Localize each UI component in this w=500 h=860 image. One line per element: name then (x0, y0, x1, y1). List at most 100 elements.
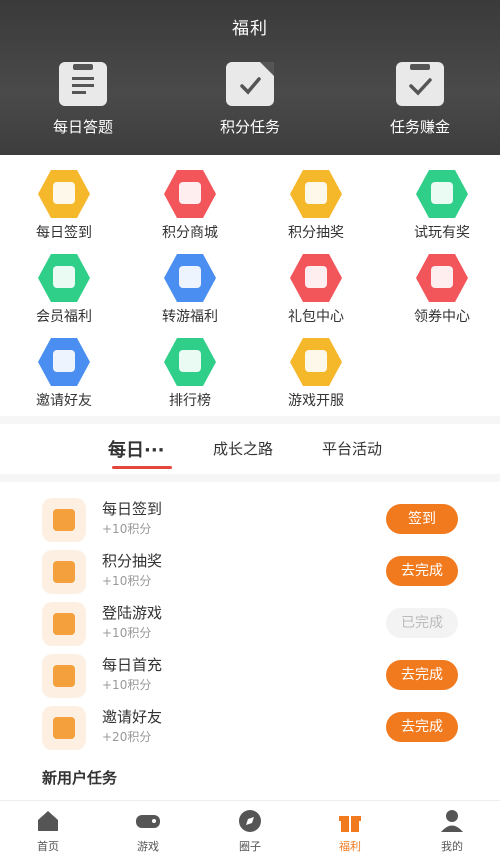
grid-item-shop[interactable]: 积分商城 (140, 170, 240, 242)
task-action-button[interactable]: 签到 (386, 504, 458, 534)
invite-envelope-icon (42, 706, 86, 750)
recharge-icon (42, 654, 86, 698)
task-title: 每日签到 (102, 500, 163, 518)
bottom-navigation: 首页 游戏 圈子 福利 我的 (0, 800, 500, 860)
grid-item-trophy[interactable]: 排行榜 (140, 338, 240, 410)
task-tabs: 每日··· 成长之路 平台活动 (0, 432, 500, 472)
section-divider (0, 474, 500, 482)
grid-item-trial-reward[interactable]: 试玩有奖 (392, 170, 492, 242)
grid-item-invite-mail[interactable]: 邀请好友 (14, 338, 114, 410)
grid-item-coin-stack[interactable]: 积分抽奖 (266, 170, 366, 242)
grid-item-label: 会员福利 (36, 309, 92, 325)
task-points: +10积分 (102, 678, 152, 692)
grid-item-calendar-check[interactable]: 每日签到 (14, 170, 114, 242)
nav-item-gamepad[interactable]: 游戏 (118, 809, 178, 854)
grid-item-label: 转游福利 (162, 309, 218, 325)
gift-icon (337, 809, 363, 833)
earn-task-icon (396, 62, 444, 106)
nav-item-gift[interactable]: 福利 (320, 809, 380, 854)
points-task-icon (226, 62, 274, 106)
icon-glyph (53, 561, 75, 583)
home-icon (35, 809, 61, 833)
task-title: 登陆游戏 (102, 604, 163, 622)
section-divider (0, 416, 500, 424)
icon-glyph (53, 509, 75, 531)
task-action-button: 已完成 (386, 608, 458, 638)
welfare-header: 福利 每日答题 积分任务 任务赚金 (0, 0, 500, 155)
page-title: 福利 (232, 19, 268, 39)
task-points: +10积分 (102, 522, 152, 536)
grid-item-label: 礼包中心 (288, 309, 344, 325)
icon-glyph (179, 266, 201, 288)
earn-task-label: 任务赚金 (389, 118, 450, 136)
grid-item-vip-badge[interactable]: 会员福利 (14, 254, 114, 326)
grid-item-label: 积分商城 (162, 225, 218, 241)
task-row: 邀请好友 +20积分 去完成 (0, 702, 500, 754)
icon-glyph (431, 266, 453, 288)
login-game-icon (42, 602, 86, 646)
grid-item-label: 积分抽奖 (288, 225, 344, 241)
trophy-icon (164, 338, 216, 386)
calendar-check-icon (38, 170, 90, 218)
new-user-task-heading: 新用户任务 (42, 769, 118, 787)
points-task-entry[interactable]: 积分任务 (195, 62, 305, 137)
icon-glyph (431, 182, 453, 204)
icon-glyph (305, 182, 327, 204)
gift-pack-icon (290, 254, 342, 302)
icon-glyph (53, 266, 75, 288)
grid-item-label: 游戏开服 (288, 393, 344, 409)
icon-glyph (179, 350, 201, 372)
icon-glyph (53, 182, 75, 204)
task-title: 邀请好友 (102, 708, 163, 726)
grid-item-label: 排行榜 (169, 393, 211, 409)
nav-item-compass[interactable]: 圈子 (220, 809, 280, 854)
tab-platform-activity[interactable]: 平台活动 (322, 438, 382, 459)
grid-item-label: 邀请好友 (36, 393, 92, 409)
grid-item-transfer-game[interactable]: 转游福利 (140, 254, 240, 326)
task-points: +10积分 (102, 574, 152, 588)
quiz-clipboard-icon (59, 62, 107, 106)
nav-label: 圈子 (239, 840, 261, 853)
daily-quiz-label: 每日答题 (52, 118, 113, 136)
icon-glyph (53, 613, 75, 635)
icon-glyph (53, 665, 75, 687)
earn-task-entry[interactable]: 任务赚金 (365, 62, 475, 137)
task-row: 登陆游戏 +10积分 已完成 (0, 598, 500, 650)
coin-stack-icon (290, 170, 342, 218)
transfer-game-icon (164, 254, 216, 302)
grid-item-label: 领券中心 (414, 309, 470, 325)
task-points: +10积分 (102, 626, 152, 640)
grid-item-gift-pack[interactable]: 礼包中心 (266, 254, 366, 326)
nav-item-user[interactable]: 我的 (422, 809, 482, 854)
coupon-icon (416, 254, 468, 302)
user-icon (439, 809, 465, 833)
daily-quiz-entry[interactable]: 每日答题 (28, 62, 138, 137)
compass-icon (237, 809, 263, 833)
task-action-button[interactable]: 去完成 (386, 556, 458, 586)
shop-icon (164, 170, 216, 218)
grid-item-label: 每日签到 (36, 225, 92, 241)
task-action-button[interactable]: 去完成 (386, 712, 458, 742)
icon-glyph (53, 350, 75, 372)
task-row: 每日签到 +10积分 签到 (0, 494, 500, 546)
nav-label: 福利 (339, 840, 361, 853)
nav-label: 我的 (441, 840, 463, 853)
grid-item-server-open[interactable]: 游戏开服 (266, 338, 366, 410)
tab-daily[interactable]: 每日··· (108, 436, 165, 462)
icon-glyph (179, 182, 201, 204)
grid-item-label: 试玩有奖 (414, 225, 470, 241)
grid-item-coupon[interactable]: 领券中心 (392, 254, 492, 326)
lottery-wheel-icon (42, 550, 86, 594)
nav-label: 游戏 (137, 840, 159, 853)
task-row: 积分抽奖 +10积分 去完成 (0, 546, 500, 598)
task-title: 每日首充 (102, 656, 163, 674)
server-open-icon (290, 338, 342, 386)
nav-item-home[interactable]: 首页 (18, 809, 78, 854)
tab-growth-path[interactable]: 成长之路 (213, 438, 273, 459)
points-task-label: 积分任务 (219, 118, 280, 136)
task-title: 积分抽奖 (102, 552, 163, 570)
task-row: 每日首充 +10积分 去完成 (0, 650, 500, 702)
task-action-button[interactable]: 去完成 (386, 660, 458, 690)
nav-label: 首页 (37, 840, 59, 853)
active-tab-indicator (112, 466, 172, 469)
